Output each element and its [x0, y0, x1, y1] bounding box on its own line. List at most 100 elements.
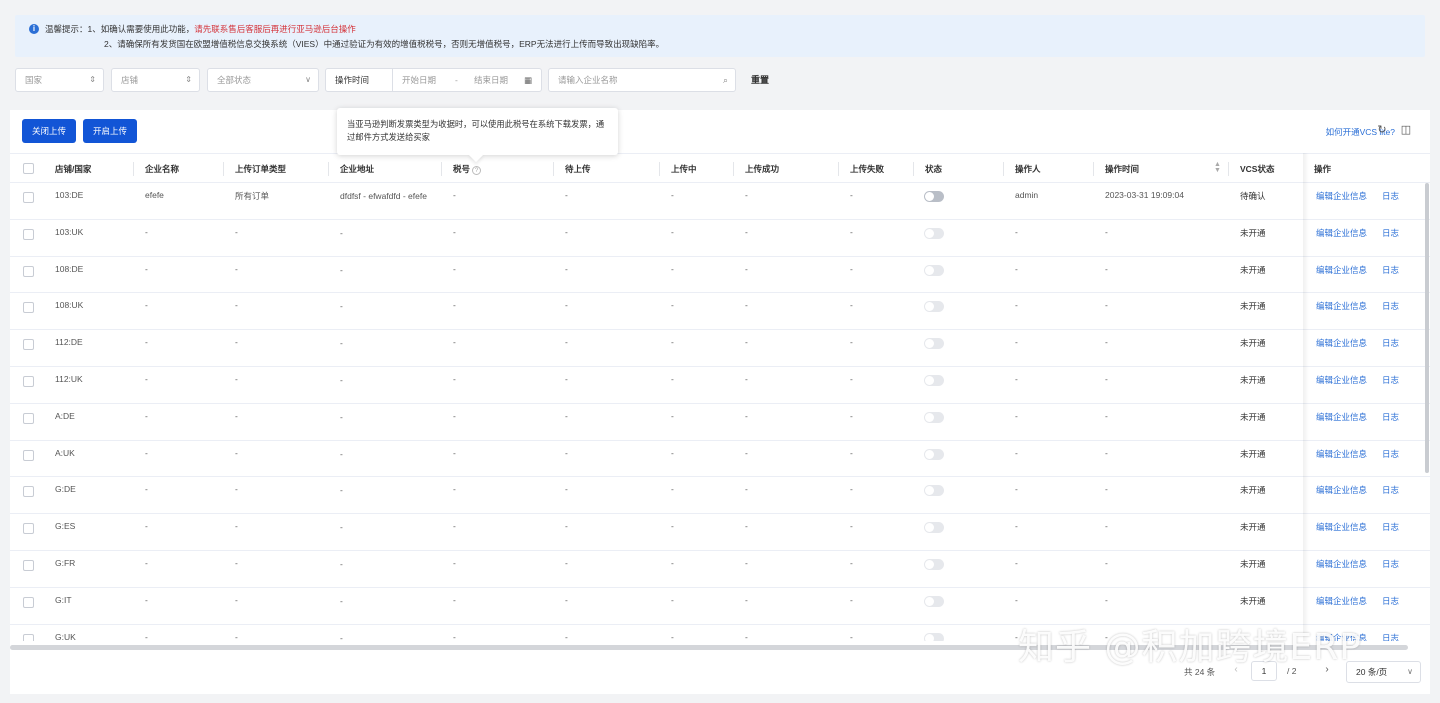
log-link[interactable]: 日志 — [1382, 264, 1399, 276]
col-address: 企业地址 — [340, 164, 375, 174]
cell-operator: - — [1015, 447, 1018, 458]
table-row: 108:UK - - - - - - - - - - 未开通 编辑企业信息 日志 — [10, 293, 1430, 331]
log-link[interactable]: 日志 — [1382, 595, 1399, 607]
status-toggle[interactable] — [924, 338, 944, 350]
edit-company-link[interactable]: 编辑企业信息 — [1316, 264, 1367, 276]
cell-failed: - — [850, 337, 853, 348]
status-toggle[interactable] — [924, 559, 944, 570]
row-checkbox[interactable] — [23, 228, 34, 240]
edit-company-link[interactable]: 编辑企业信息 — [1316, 374, 1367, 386]
edit-company-link[interactable]: 编辑企业信息 — [1316, 190, 1367, 202]
fixed-column-shadow — [1303, 153, 1309, 641]
status-toggle[interactable] — [924, 448, 944, 460]
start-date-input[interactable]: 开始日期 — [402, 69, 436, 91]
row-checkbox[interactable] — [23, 192, 34, 203]
row-checkbox[interactable] — [23, 486, 34, 498]
close-upload-button[interactable]: 关闭上传 — [22, 119, 77, 143]
date-separator: - — [455, 75, 458, 85]
status-toggle[interactable] — [924, 301, 944, 313]
cell-success: - — [745, 300, 748, 311]
status-toggle[interactable] — [924, 595, 944, 607]
edit-company-link[interactable]: 编辑企业信息 — [1316, 300, 1367, 312]
toggle-knob — [925, 486, 934, 496]
refresh-icon[interactable]: ↻ — [1375, 123, 1389, 137]
status-toggle[interactable] — [924, 632, 944, 641]
log-link[interactable]: 日志 — [1382, 227, 1399, 239]
status-toggle[interactable] — [924, 485, 944, 497]
edit-company-link[interactable]: 编辑企业信息 — [1316, 227, 1367, 239]
edit-company-link[interactable]: 编辑企业信息 — [1316, 558, 1367, 570]
log-link[interactable]: 日志 — [1382, 374, 1399, 386]
cell-op-time: - — [1105, 263, 1108, 274]
cell-address: dfdfsf - efwafdfd - efefe — [340, 191, 427, 201]
cell-operator: - — [1015, 521, 1018, 532]
row-checkbox[interactable] — [23, 523, 34, 535]
log-link[interactable]: 日志 — [1382, 448, 1399, 460]
cell-pending: - — [565, 263, 568, 274]
open-upload-button[interactable]: 开启上传 — [83, 119, 138, 143]
row-checkbox[interactable] — [23, 339, 34, 351]
reset-button[interactable]: 重置 — [751, 68, 769, 92]
log-link[interactable]: 日志 — [1382, 337, 1399, 349]
status-toggle[interactable] — [924, 375, 944, 386]
edit-company-link[interactable]: 编辑企业信息 — [1316, 337, 1367, 349]
log-link[interactable]: 日志 — [1382, 632, 1399, 641]
column-divider — [659, 162, 660, 176]
cell-company: - — [145, 631, 148, 641]
cell-pending: - — [565, 300, 568, 311]
edit-company-link[interactable]: 编辑企业信息 — [1316, 484, 1367, 496]
row-checkbox[interactable] — [23, 596, 34, 608]
log-link[interactable]: 日志 — [1382, 411, 1399, 423]
status-toggle[interactable] — [924, 191, 944, 202]
cell-success: - — [745, 594, 748, 605]
cell-company: - — [145, 558, 148, 568]
filter-bar: 国家 ⇕ 店铺 ⇕ 全部状态 ∨ 操作时间 开始日期 - 结束日期 ▦ 请输入企… — [15, 68, 1425, 92]
column-divider — [553, 162, 554, 176]
sort-icon[interactable]: ▲ ▼ — [1214, 161, 1221, 174]
cell-failed: - — [850, 631, 853, 641]
store-select-placeholder: 店铺 — [121, 75, 139, 85]
log-link[interactable]: 日志 — [1382, 558, 1399, 570]
log-link[interactable]: 日志 — [1382, 521, 1399, 533]
edit-company-link[interactable]: 编辑企业信息 — [1316, 521, 1367, 533]
status-toggle[interactable] — [924, 264, 944, 276]
edit-company-link[interactable]: 编辑企业信息 — [1316, 595, 1367, 607]
cell-uploading: - — [671, 410, 674, 421]
time-type-select[interactable]: 操作时间 — [325, 68, 393, 92]
question-icon[interactable]: ? — [472, 166, 482, 175]
row-checkbox[interactable] — [23, 412, 34, 424]
status-select[interactable]: 全部状态 ∨ — [207, 68, 319, 92]
cell-company: - — [145, 300, 148, 311]
cell-success: - — [745, 558, 748, 568]
log-link[interactable]: 日志 — [1382, 300, 1399, 312]
log-link[interactable]: 日志 — [1382, 484, 1399, 496]
country-select[interactable]: 国家 ⇕ — [15, 68, 104, 92]
cell-operator: admin — [1015, 190, 1039, 200]
status-toggle[interactable] — [924, 227, 944, 239]
edit-company-link[interactable]: 编辑企业信息 — [1316, 448, 1367, 460]
edit-company-link[interactable]: 编辑企业信息 — [1316, 411, 1367, 423]
cell-store: 103:UK — [55, 226, 84, 237]
cell-operator: - — [1015, 263, 1018, 274]
cell-vcs: 未开通 — [1240, 559, 1266, 569]
columns-setting-icon[interactable]: ◫ — [1399, 123, 1413, 137]
end-date-input[interactable]: 结束日期 — [474, 69, 508, 91]
row-checkbox[interactable] — [23, 449, 34, 461]
row-checkbox[interactable] — [23, 376, 34, 387]
log-link[interactable]: 日志 — [1382, 190, 1399, 202]
vertical-scrollbar[interactable] — [1425, 183, 1429, 473]
status-toggle[interactable] — [924, 411, 944, 423]
row-checkbox[interactable] — [23, 265, 34, 277]
date-range-picker[interactable]: 开始日期 - 结束日期 ▦ — [392, 68, 542, 92]
store-select[interactable]: 店铺 ⇕ — [111, 68, 200, 92]
cell-order-type: - — [235, 447, 238, 458]
row-checkbox[interactable] — [23, 633, 34, 641]
select-all-checkbox[interactable] — [23, 163, 34, 174]
status-toggle[interactable] — [924, 522, 944, 534]
row-checkbox[interactable] — [23, 560, 34, 571]
cell-address: - — [340, 595, 343, 606]
cell-order-type: - — [235, 484, 238, 495]
row-checkbox[interactable] — [23, 302, 34, 314]
company-search-input[interactable]: 请输入企业名称 ⌕ — [548, 68, 736, 92]
search-icon[interactable]: ⌕ — [723, 69, 728, 91]
